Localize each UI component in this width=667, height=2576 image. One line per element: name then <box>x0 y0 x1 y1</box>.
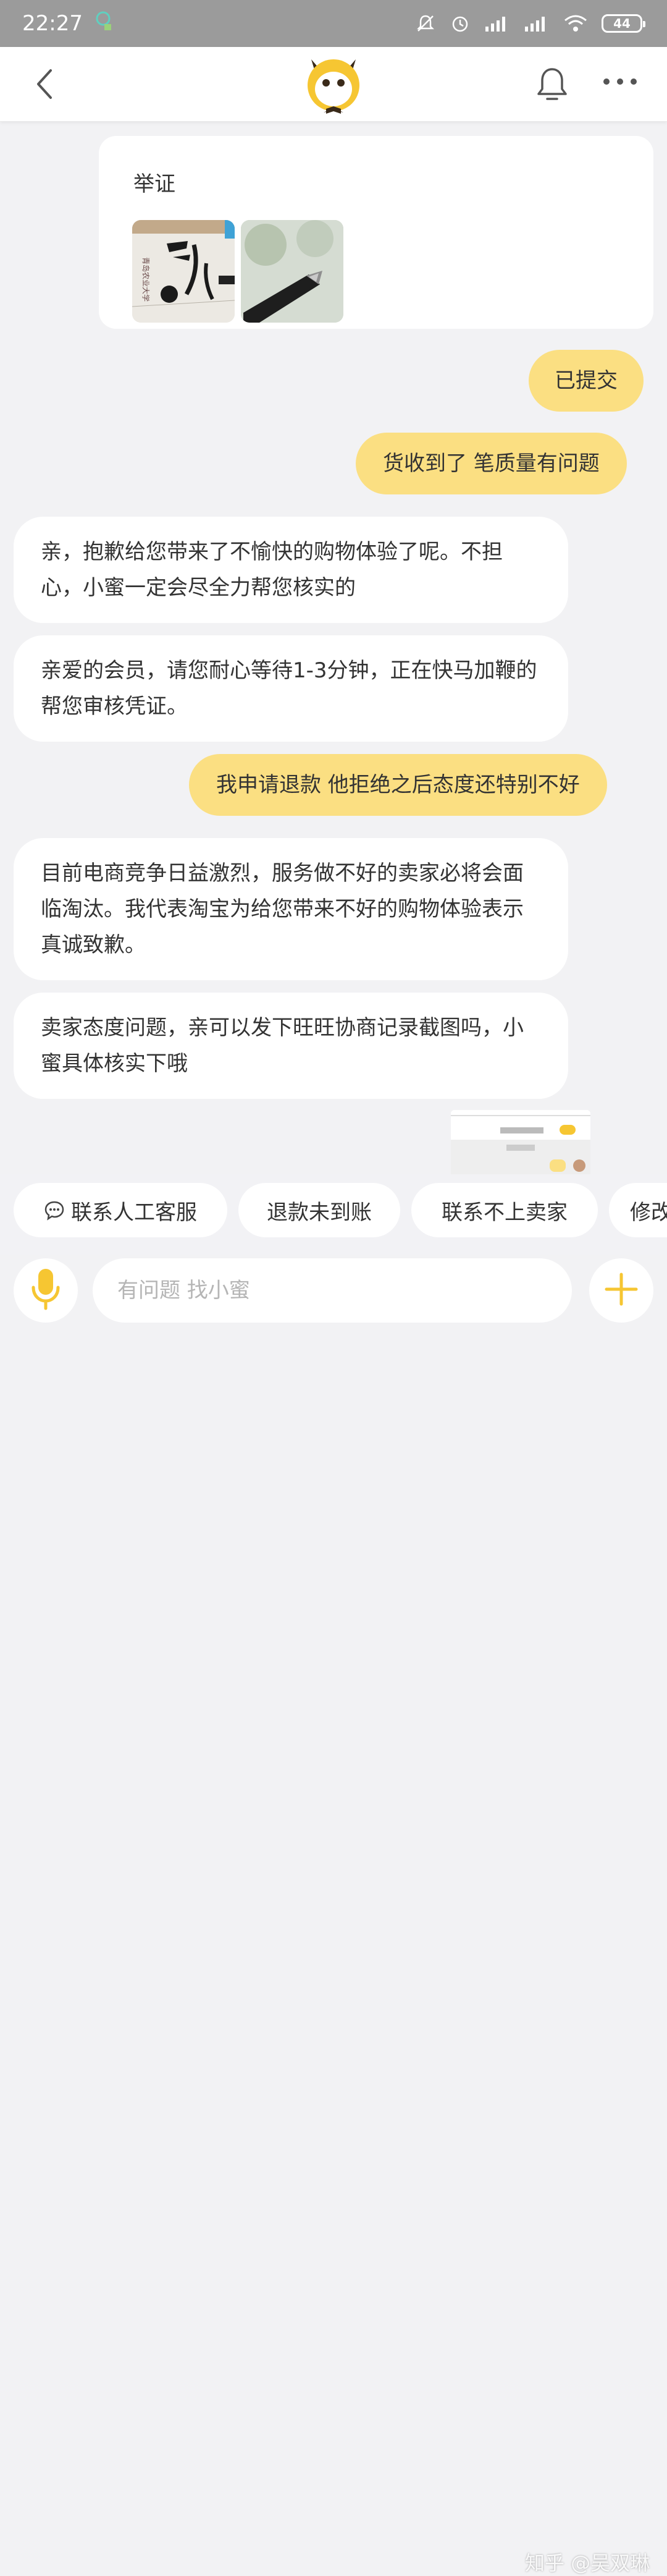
user-message: 我申请退款 他拒绝之后态度还特别不好 <box>189 754 607 816</box>
microphone-icon <box>30 1268 62 1313</box>
chip-label: 联系不上卖家 <box>442 1200 568 1225</box>
plus-icon <box>604 1272 639 1309</box>
add-button[interactable] <box>589 1258 653 1323</box>
screenshot-image[interactable] <box>451 1110 590 1174</box>
bot-message: 亲爱的会员，请您耐心等待1-3分钟，正在快马加鞭的帮您审核凭证。 <box>14 635 568 742</box>
message-text: 我申请退款 他拒绝之后态度还特别不好 <box>216 773 580 797</box>
message-input[interactable] <box>93 1258 572 1323</box>
bot-message: 亲，抱歉给您带来了不愉快的购物体验了呢。不担心，小蜜一定会尽全力帮您核实的 <box>14 517 568 623</box>
chip-label: 修改 <box>630 1200 667 1225</box>
evidence-image[interactable] <box>241 220 343 323</box>
battery-level: 44 <box>613 16 631 31</box>
microphone-button[interactable] <box>14 1258 78 1323</box>
quick-reply-bar: 联系人工客服 退款未到账 联系不上卖家 修改 <box>0 1174 667 1255</box>
user-message: 货收到了 笔质量有问题 <box>356 433 627 494</box>
input-bar: 知乎 @吴双琳 <box>0 1255 667 2575</box>
chat-bubble-icon <box>44 1200 65 1221</box>
notification-app-icon <box>94 11 112 37</box>
signal-icon <box>524 14 550 33</box>
chip-label: 联系人工客服 <box>71 1200 197 1225</box>
more-dots-icon[interactable] <box>603 77 637 89</box>
evidence-image[interactable]: 青岛农业大学 <box>132 220 235 323</box>
chip-contact-human-service[interactable]: 联系人工客服 <box>14 1183 227 1237</box>
user-message: 已提交 <box>529 350 644 412</box>
message-text: 货收到了 笔质量有问题 <box>383 451 600 476</box>
chip-refund-not-received[interactable]: 退款未到账 <box>238 1183 400 1237</box>
alarm-icon <box>450 13 471 34</box>
chevron-left-icon[interactable] <box>31 66 58 105</box>
chip-label: 退款未到账 <box>267 1200 372 1225</box>
message-text: 亲，抱歉给您带来了不愉快的购物体验了呢。不担心，小蜜一定会尽全力帮您核实的 <box>41 540 503 600</box>
status-time: 22:27 <box>22 11 83 36</box>
bot-message: 目前电商竞争日益激烈，服务做不好的卖家必将会面临淘汰。我代表淘宝为给您带来不好的… <box>14 838 568 980</box>
mute-icon <box>415 13 436 34</box>
status-bar: 22:27 44 <box>0 0 667 47</box>
bell-icon[interactable] <box>535 66 569 105</box>
message-text: 卖家态度问题，亲可以发下旺旺协商记录截图吗，小蜜具体核实下哦 <box>41 1015 524 1076</box>
evidence-card: 举证 青岛农业大学 <box>99 136 653 329</box>
watermark: 知乎 @吴双琳 <box>525 2551 650 2575</box>
bot-message: 卖家态度问题，亲可以发下旺旺协商记录截图吗，小蜜具体核实下哦 <box>14 993 568 1099</box>
xiaomi-assistant-logo <box>305 53 362 117</box>
message-text: 亲爱的会员，请您耐心等待1-3分钟，正在快马加鞭的帮您审核凭证。 <box>41 658 537 719</box>
wifi-icon <box>563 14 588 33</box>
battery-icon: 44 <box>602 14 645 33</box>
signal-icon <box>484 14 510 33</box>
header-bar <box>0 47 667 122</box>
chat-area[interactable]: 举证 青岛农业大学 已提交 货收到了 笔质量有问题 亲，抱歉给您带来了不愉快的购… <box>0 121 667 1174</box>
chip-modify[interactable]: 修改 <box>609 1183 667 1237</box>
svg-text:青岛农业大学: 青岛农业大学 <box>141 257 151 302</box>
message-text: 目前电商竞争日益激烈，服务做不好的卖家必将会面临淘汰。我代表淘宝为给您带来不好的… <box>41 861 524 957</box>
evidence-title: 举证 <box>133 172 175 197</box>
chip-cannot-reach-seller[interactable]: 联系不上卖家 <box>411 1183 598 1237</box>
message-text: 已提交 <box>555 368 618 393</box>
